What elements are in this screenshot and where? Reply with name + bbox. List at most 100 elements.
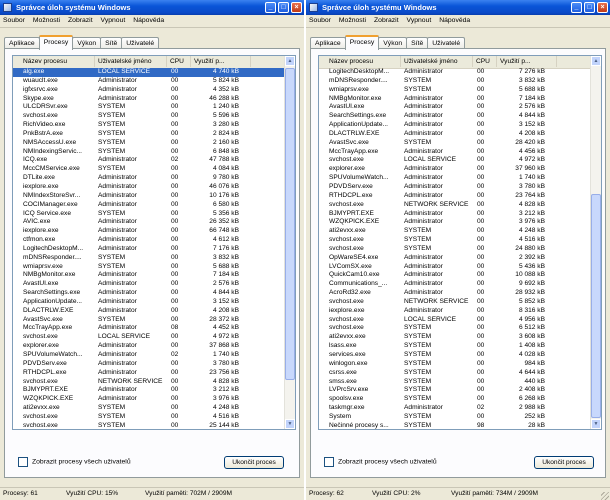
table-row[interactable]: PDVDServ.exe Administrator 00 3 780 kB: [319, 183, 591, 192]
table-row[interactable]: wmiaprsv.exe SYSTEM 00 5 688 kB: [319, 86, 591, 95]
column-header-cpu[interactable]: CPU: [473, 56, 497, 67]
column-header-name[interactable]: Název procesu: [13, 56, 95, 67]
menu-vypnout[interactable]: Vypnout: [98, 15, 129, 27]
table-row[interactable]: AVIC.exe Administrator 00 26 352 kB: [13, 218, 285, 227]
table-row[interactable]: svchost.exe SYSTEM 00 6 512 kB: [319, 324, 591, 333]
minimize-button[interactable]: _: [265, 2, 276, 13]
table-row[interactable]: ati2evxx.exe SYSTEM 00 4 248 kB: [319, 227, 591, 236]
menu-zobrazit[interactable]: Zobrazit: [65, 15, 96, 27]
table-row[interactable]: BJMYPRT.EXE Administrator 00 3 212 kB: [13, 386, 285, 395]
table-row[interactable]: PnkBstrA.exe SYSTEM 00 2 824 kB: [13, 130, 285, 139]
table-row[interactable]: DLACTRLW.EXE Administrator 00 4 208 kB: [319, 130, 591, 139]
table-row[interactable]: ICQ Service.exe SYSTEM 00 5 356 kB: [13, 210, 285, 219]
table-row[interactable]: services.exe SYSTEM 00 4 028 kB: [319, 351, 591, 360]
column-header-name[interactable]: Název procesu: [319, 56, 401, 67]
table-row[interactable]: Nečinné procesy s... SYSTEM 98 28 kB: [319, 422, 591, 429]
end-process-button[interactable]: Ukončit proces: [224, 456, 284, 469]
table-row[interactable]: NMBgMonitor.exe Administrator 00 7 184 kB: [13, 271, 285, 280]
table-row[interactable]: SearchSettings.exe Administrator 00 4 844 k…: [319, 112, 591, 121]
minimize-button[interactable]: _: [571, 2, 582, 13]
table-row[interactable]: wmiaprsv.exe SYSTEM 00 5 688 kB: [13, 263, 285, 272]
maximize-button[interactable]: □: [278, 2, 289, 13]
table-row[interactable]: COCIManager.exe Administrator 00 6 580 kB: [13, 201, 285, 210]
maximize-button[interactable]: □: [584, 2, 595, 13]
title-bar[interactable]: Správce úloh systému Windows _ □ ×: [306, 0, 610, 15]
table-row[interactable]: AvastUI.exe Administrator 00 2 576 kB: [13, 280, 285, 289]
column-header-cpu[interactable]: CPU: [167, 56, 191, 67]
table-row[interactable]: AvastUI.exe Administrator 00 2 576 kB: [319, 103, 591, 112]
column-header-user[interactable]: Uživatelské jméno: [95, 56, 167, 67]
menu-zobrazit[interactable]: Zobrazit: [371, 15, 402, 27]
table-row[interactable]: lsass.exe SYSTEM 00 1 408 kB: [319, 342, 591, 351]
table-row[interactable]: ApplicationUpdate... Administrator 00 3 152…: [13, 298, 285, 307]
show-all-users-checkbox[interactable]: Zobrazit procesy všech uživatelů: [18, 457, 131, 467]
table-row[interactable]: ati2evxx.exe SYSTEM 00 3 608 kB: [319, 333, 591, 342]
table-row[interactable]: explorer.exe Administrator 00 37 868 kB: [13, 342, 285, 351]
scroll-up-button[interactable]: ▲: [285, 56, 295, 66]
table-row[interactable]: NMIndexStoreSvr... Administrator 00 10 176 …: [13, 192, 285, 201]
table-row[interactable]: PDVDServ.exe Administrator 00 3 780 kB: [13, 360, 285, 369]
table-row[interactable]: svchost.exe LOCAL SERVICE 00 4 956 kB: [319, 316, 591, 325]
checkbox-box[interactable]: [18, 457, 28, 467]
table-row[interactable]: svchost.exe SYSTEM 00 4 516 kB: [13, 413, 285, 422]
menu-soubor[interactable]: Soubor: [0, 15, 28, 27]
table-row[interactable]: DTLite.exe Administrator 00 9 780 kB: [13, 174, 285, 183]
table-row[interactable]: RichVideo.exe SYSTEM 00 3 280 kB: [13, 121, 285, 130]
table-row[interactable]: LVComSX.exe Administrator 00 5 436 kB: [319, 263, 591, 272]
table-row[interactable]: svchost.exe NETWORK SERVICE 00 4 828 kB: [13, 378, 285, 387]
table-row[interactable]: smss.exe SYSTEM 00 440 kB: [319, 378, 591, 387]
table-row[interactable]: OpWareSE4.exe Administrator 00 2 392 kB: [319, 254, 591, 263]
menu-moznosti[interactable]: Možnosti: [30, 15, 63, 27]
checkbox-box[interactable]: [324, 457, 334, 467]
table-row[interactable]: LogitechDesktopM... Administrator 00 7 276 …: [319, 68, 591, 77]
table-row[interactable]: svchost.exe SYSTEM 00 24 880 kB: [319, 245, 591, 254]
table-row[interactable]: RTHDCPL.exe Administrator 00 23 764 kB: [319, 192, 591, 201]
column-header-memory[interactable]: Využití p...: [497, 56, 557, 67]
table-row[interactable]: LogitechDesktopM... Administrator 00 7 176 …: [13, 245, 285, 254]
table-row[interactable]: WZQKPICK.EXE Administrator 00 3 976 kB: [319, 218, 591, 227]
table-row[interactable]: NMSAccessU.exe SYSTEM 00 2 160 kB: [13, 139, 285, 148]
table-row[interactable]: QuickCam10.exe Administrator 00 10 088 kB: [319, 271, 591, 280]
table-row[interactable]: spoolsv.exe SYSTEM 00 6 268 kB: [319, 395, 591, 404]
table-row[interactable]: AvastSvc.exe SYSTEM 00 28 372 kB: [13, 316, 285, 325]
table-row[interactable]: AvastSvc.exe SYSTEM 00 28 420 kB: [319, 139, 591, 148]
table-row[interactable]: ApplicationUpdate... Administrator 00 3 152…: [319, 121, 591, 130]
table-row[interactable]: svchost.exe SYSTEM 00 5 596 kB: [13, 112, 285, 121]
vertical-scrollbar[interactable]: ▲ ▼: [284, 56, 295, 429]
vertical-scrollbar[interactable]: ▲ ▼: [590, 56, 601, 429]
close-button[interactable]: ×: [291, 2, 302, 13]
table-row[interactable]: csrss.exe SYSTEM 00 4 644 kB: [319, 369, 591, 378]
table-row[interactable]: RTHDCPL.exe Administrator 00 23 756 kB: [13, 369, 285, 378]
scroll-up-button[interactable]: ▲: [591, 56, 601, 66]
table-row[interactable]: Communications_... Administrator 00 9 692 k…: [319, 280, 591, 289]
table-row[interactable]: igfxsrvc.exe Administrator 00 4 352 kB: [13, 86, 285, 95]
table-row[interactable]: svchost.exe SYSTEM 00 25 144 kB: [13, 422, 285, 429]
table-row[interactable]: explorer.exe Administrator 00 37 960 kB: [319, 165, 591, 174]
table-row[interactable]: SearchSettings.exe Administrator 00 4 844 k…: [13, 289, 285, 298]
process-list[interactable]: Název procesu Uživatelské jméno CPU Využ…: [12, 55, 296, 430]
table-row[interactable]: alg.exe LOCAL SERVICE 00 4 740 kB: [13, 68, 285, 77]
end-process-button[interactable]: Ukončit proces: [534, 456, 594, 469]
table-row[interactable]: MccTrayApp.exe Administrator 00 4 456 kB: [319, 148, 591, 157]
tab-procesy[interactable]: Procesy: [38, 35, 74, 50]
column-header-memory[interactable]: Využití p...: [191, 56, 251, 67]
table-row[interactable]: MccCMService.exe SYSTEM 00 4 084 kB: [13, 165, 285, 174]
table-row[interactable]: svchost.exe NETWORK SERVICE 00 5 852 kB: [319, 298, 591, 307]
table-row[interactable]: iexplore.exe Administrator 00 46 076 kB: [13, 183, 285, 192]
title-bar[interactable]: Správce úloh systému Windows _ □ ×: [0, 0, 304, 15]
table-row[interactable]: winlogon.exe SYSTEM 00 984 kB: [319, 360, 591, 369]
table-row[interactable]: NMBgMonitor.exe Administrator 00 7 184 kB: [319, 95, 591, 104]
table-row[interactable]: svchost.exe LOCAL SERVICE 00 4 972 kB: [319, 156, 591, 165]
table-row[interactable]: mDNSResponder.... SYSTEM 00 3 832 kB: [13, 254, 285, 263]
table-row[interactable]: svchost.exe NETWORK SERVICE 00 4 828 kB: [319, 201, 591, 210]
table-row[interactable]: ULCDRSvr.exe SYSTEM 00 1 240 kB: [13, 103, 285, 112]
table-row[interactable]: DLACTRLW.EXE Administrator 00 4 208 kB: [13, 307, 285, 316]
process-list[interactable]: Název procesu Uživatelské jméno CPU Využ…: [318, 55, 602, 430]
close-button[interactable]: ×: [597, 2, 608, 13]
menu-moznosti[interactable]: Možnosti: [336, 15, 369, 27]
scroll-down-button[interactable]: ▼: [591, 419, 601, 429]
tab-procesy[interactable]: Procesy: [344, 35, 380, 50]
scroll-thumb[interactable]: [285, 68, 295, 380]
menu-napoveda[interactable]: Nápověda: [130, 15, 167, 27]
table-row[interactable]: WZQKPICK.EXE Administrator 00 3 976 kB: [13, 395, 285, 404]
